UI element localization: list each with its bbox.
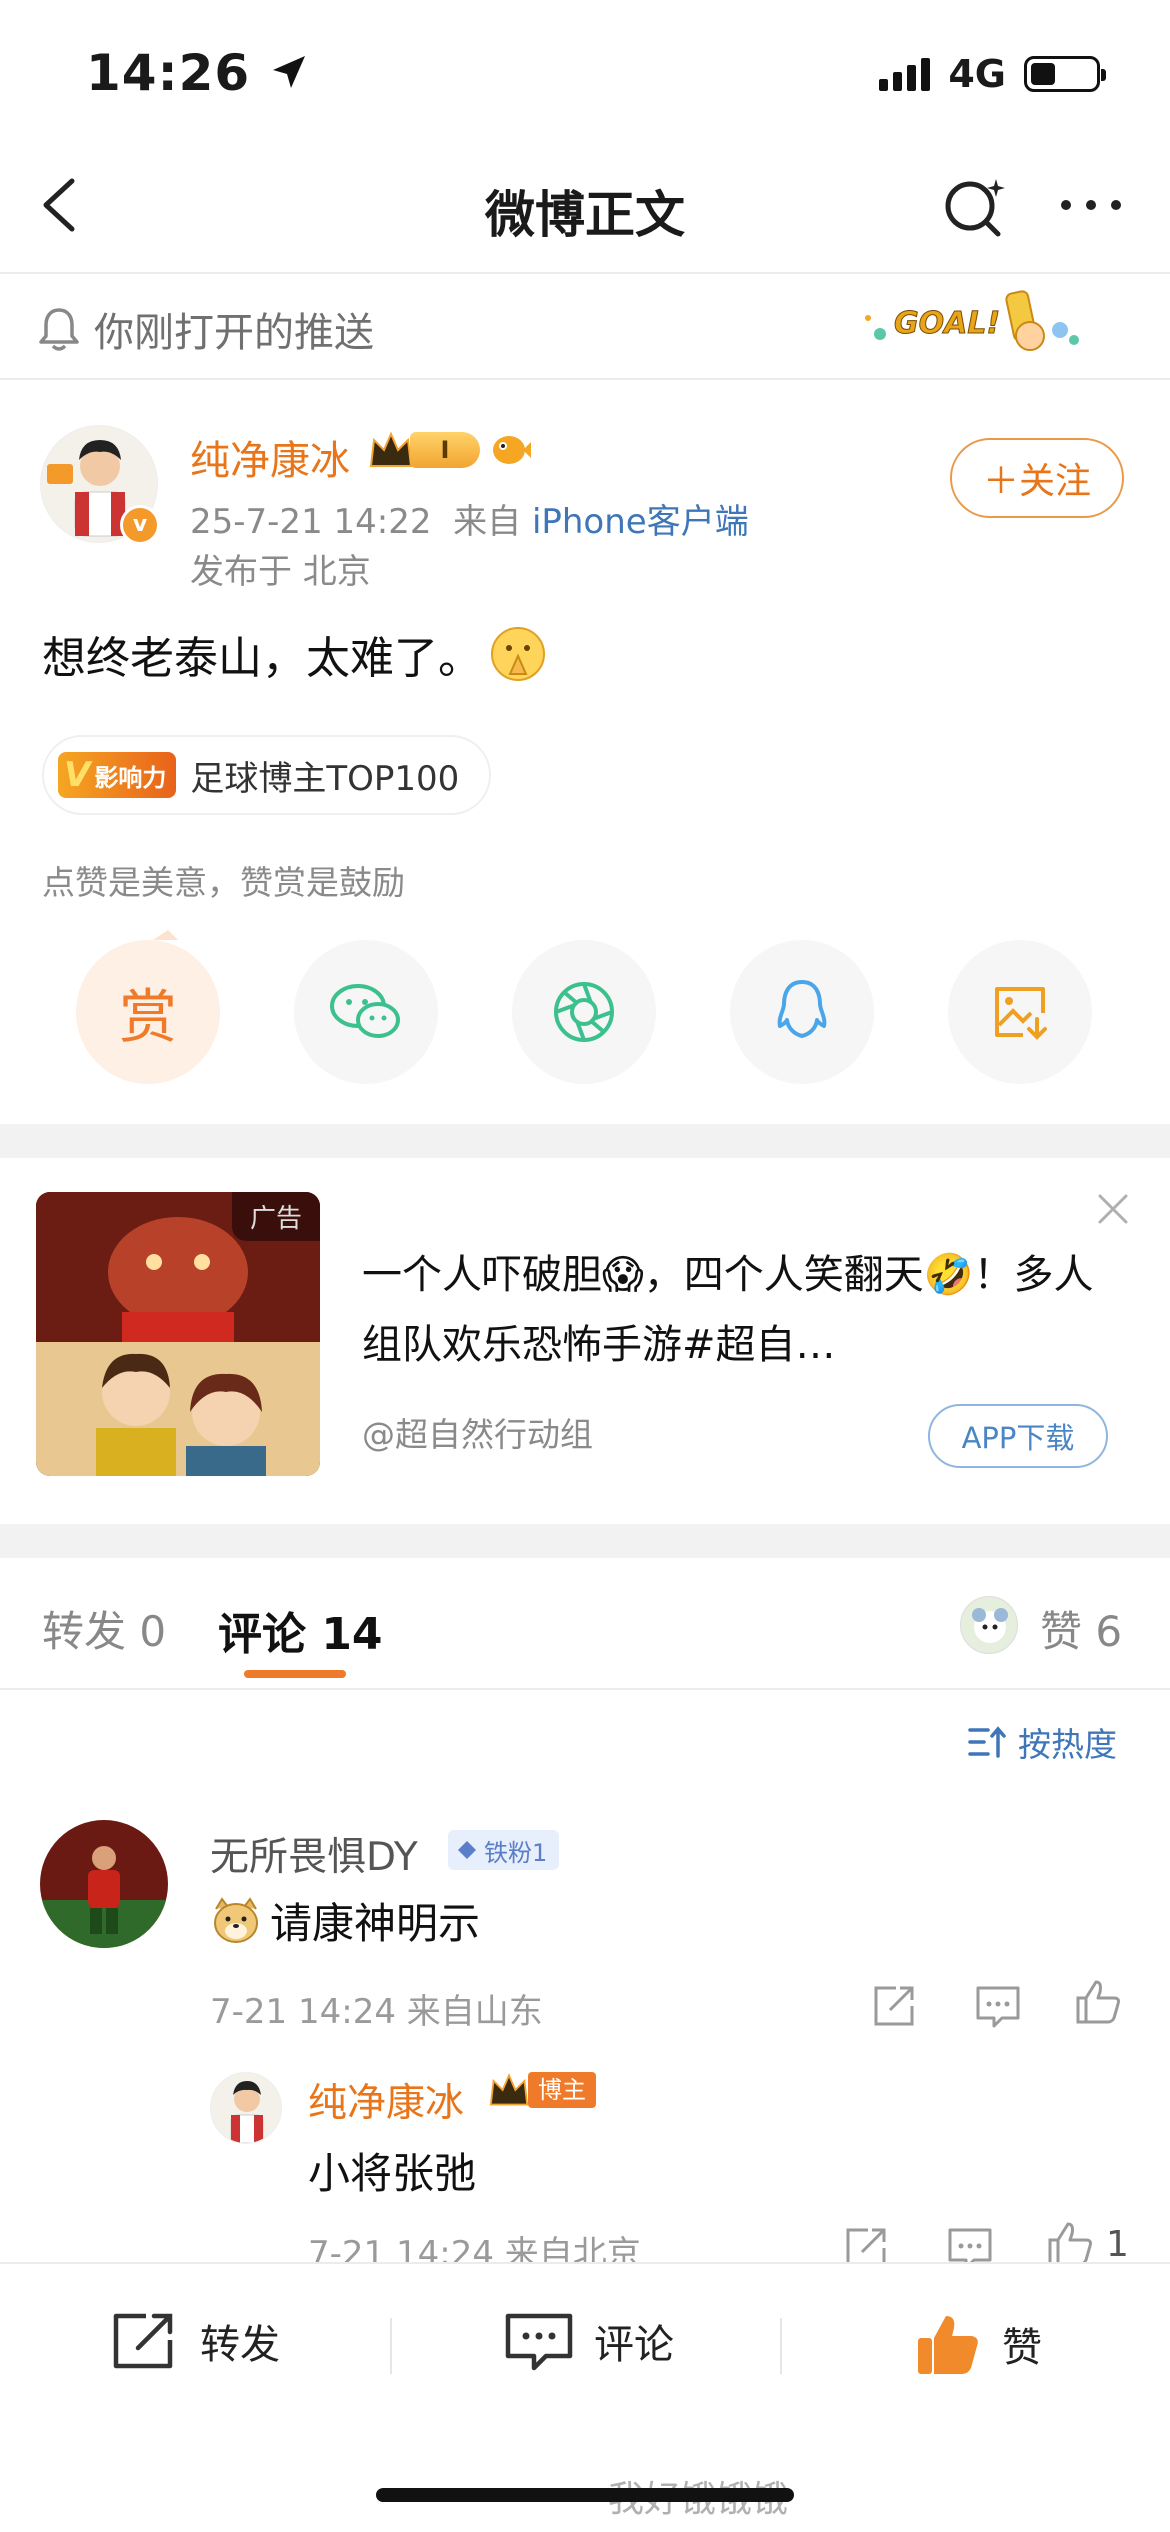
section-gap (0, 1124, 1170, 1158)
verified-badge: v (120, 505, 160, 545)
reward-button[interactable]: 赏 (76, 940, 220, 1084)
crown-icon (489, 2073, 529, 2106)
wechat-share-button[interactable] (294, 940, 438, 1084)
location-arrow-icon (272, 56, 305, 88)
bell-icon (39, 308, 79, 351)
like-icon[interactable] (1072, 1976, 1124, 2028)
reward-hint: 点赞是美意，赞赏是鼓励 (42, 863, 405, 902)
moments-share-button[interactable] (512, 940, 656, 1084)
commenter-name[interactable]: 无所畏惧DY (210, 1826, 418, 1882)
sort-icon (968, 1726, 1006, 1758)
more-icon[interactable] (1056, 180, 1126, 230)
ad-text[interactable]: 一个人吓破胆😱，四个人笑翻天🤣！多人组队欢乐恐怖手游#超自… (362, 1240, 1122, 1380)
push-notice[interactable]: 你刚打开的推送 (38, 300, 374, 358)
repost-icon (113, 2313, 173, 2369)
ad-tag: 广告 (231, 1192, 320, 1241)
like-filled-icon (918, 2316, 978, 2374)
comment-icon (505, 2313, 573, 2371)
crown-icon (369, 431, 413, 467)
reply-author-name[interactable]: 纯净康冰 (308, 2072, 464, 2128)
comment-meta: 7-21 14:24 来自山东 (210, 1992, 543, 2032)
influence-chip[interactable]: V 影响力 足球博主TOP100 (42, 735, 492, 815)
post-source: iPhone客户端 (531, 502, 749, 542)
tooltip-pointer (153, 930, 178, 940)
comment-text: 请康神明示 (210, 1890, 480, 1951)
goal-text: GOAL! (894, 306, 1000, 341)
bottom-like-button[interactable]: 赞 (914, 2310, 1042, 2378)
status-time: 14:26 (86, 44, 309, 102)
home-indicator (376, 2488, 794, 2502)
influence-label: 足球博主TOP100 (190, 758, 460, 799)
divider (0, 272, 1170, 274)
diamond-icon (458, 1841, 476, 1859)
close-icon[interactable] (1094, 1190, 1132, 1228)
sort-toggle[interactable]: 按热度 (968, 1718, 1117, 1766)
app-download-button[interactable]: APP下载 (928, 1404, 1108, 1468)
member-level-badge[interactable]: I (366, 428, 480, 472)
signal-icon (879, 57, 931, 91)
divider (0, 1688, 1170, 1690)
battery-icon (1024, 56, 1106, 92)
reply-text: 小将张弛 (308, 2149, 477, 2198)
network-type: 4G (948, 52, 1006, 96)
comment-icon[interactable] (972, 1980, 1024, 2032)
section-gap (0, 1524, 1170, 1558)
divider (0, 378, 1170, 380)
post-location: 发布于 北京 (190, 552, 371, 592)
reply-like-count: 1 (1106, 2224, 1129, 2265)
separator (390, 2318, 392, 2374)
wechat-icon (330, 984, 400, 1038)
search-icon[interactable] (940, 173, 1010, 243)
post-meta: 25-7-21 14:22 来自 iPhone客户端 (190, 502, 749, 542)
bottom-repost-button[interactable]: 转发 (110, 2310, 280, 2372)
level-label: I (410, 432, 480, 468)
qq-icon (777, 980, 827, 1038)
goal-sticker: GOAL! (865, 290, 1079, 351)
save-image-icon (995, 987, 1047, 1040)
status-indicators: 4G (879, 52, 1106, 96)
doge-emoji-icon (214, 1896, 258, 1943)
tab-repost[interactable]: 转发 0 (42, 1598, 166, 1659)
liker-avatar (960, 1596, 1018, 1654)
author-name[interactable]: 纯净康冰 (190, 428, 350, 486)
follow-button[interactable]: ＋关注 (950, 438, 1124, 518)
host-badge: 博主 (486, 2070, 596, 2110)
tab-like[interactable]: 赞 6 (1040, 1598, 1122, 1659)
moments-icon (554, 982, 614, 1042)
influence-badge: V 影响力 (58, 752, 177, 798)
fan-badge: 铁粉1 (448, 1830, 560, 1870)
repost-icon[interactable] (868, 1980, 920, 2032)
separator (780, 2318, 782, 2374)
sort-label: 按热度 (1018, 1725, 1117, 1764)
post-body: 想终老泰山，太难了。 (42, 622, 548, 686)
pufferfish-icon (493, 436, 531, 464)
tab-indicator (244, 1670, 346, 1678)
tab-comment[interactable]: 评论 14 (218, 1598, 383, 1662)
bottom-comment-button[interactable]: 评论 (504, 2310, 674, 2372)
ad-source[interactable]: @超自然行动组 (362, 1408, 593, 1456)
ad-image[interactable]: 广告 (36, 1192, 320, 1476)
qq-share-button[interactable] (730, 940, 874, 1084)
save-image-button[interactable] (948, 940, 1092, 1084)
reply-avatar[interactable] (210, 2072, 282, 2144)
commenter-avatar[interactable] (40, 1820, 168, 1948)
push-label: 你刚打开的推送 (94, 310, 374, 356)
pray-emoji-icon (491, 627, 545, 681)
